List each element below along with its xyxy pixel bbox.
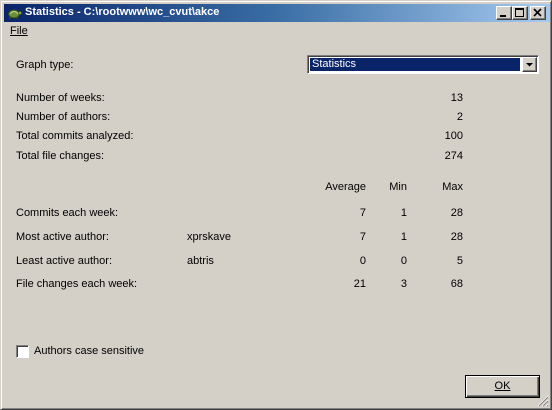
row-label-most-active: Most active author: (16, 231, 109, 243)
summary-label-commits: Total commits analyzed: (16, 130, 134, 142)
summary-label-file-changes: Total file changes: (16, 150, 105, 162)
title-bar[interactable]: Statistics - C:\rootwww\wc_cvut\akce (4, 4, 550, 22)
row-author-least-active: abtris (187, 255, 214, 267)
menu-bar: File (4, 23, 550, 41)
row-average-most-active: 7 (359, 231, 366, 243)
summary-value-authors: 2 (456, 111, 463, 123)
row-label-file-changes-week: File changes each week: (16, 278, 138, 290)
row-min-file-changes-week: 3 (400, 278, 407, 290)
row-min-most-active: 1 (400, 231, 407, 243)
row-average-commits-week: 7 (359, 207, 366, 219)
ok-button-label: OK (494, 380, 511, 392)
menu-file-label: File (10, 25, 28, 37)
minimize-button[interactable] (496, 6, 512, 20)
authors-case-sensitive-checkbox[interactable] (16, 345, 29, 358)
graph-type-select[interactable]: Statistics (307, 55, 539, 74)
chevron-down-icon (526, 63, 533, 67)
summary-label-weeks: Number of weeks: (16, 92, 105, 104)
header-min: Min (389, 181, 407, 193)
menu-file[interactable]: File (10, 25, 28, 37)
header-average: Average (325, 181, 366, 193)
ok-button[interactable]: OK (465, 375, 540, 398)
graph-type-label: Graph type: (16, 59, 74, 71)
minimize-icon (500, 15, 506, 17)
row-average-file-changes-week: 21 (353, 278, 366, 290)
close-button[interactable] (530, 6, 546, 20)
summary-value-file-changes: 274 (444, 150, 463, 162)
row-min-commits-week: 1 (400, 207, 407, 219)
authors-case-sensitive-label[interactable]: Authors case sensitive (34, 345, 144, 357)
resize-grip-icon[interactable] (537, 395, 549, 407)
summary-value-weeks: 13 (450, 92, 463, 104)
header-max: Max (442, 181, 463, 193)
row-average-least-active: 0 (359, 255, 366, 267)
row-label-least-active: Least active author: (16, 255, 113, 267)
row-max-file-changes-week: 68 (450, 278, 463, 290)
statistics-window: Statistics - C:\rootwww\wc_cvut\akce Fil… (0, 0, 552, 410)
graph-type-selected: Statistics (309, 57, 521, 72)
row-label-commits-week: Commits each week: (16, 207, 119, 219)
row-min-least-active: 0 (400, 255, 407, 267)
row-max-commits-week: 28 (450, 207, 463, 219)
summary-value-commits: 100 (444, 130, 463, 142)
row-max-least-active: 5 (456, 255, 463, 267)
close-icon (533, 8, 542, 17)
row-max-most-active: 28 (450, 231, 463, 243)
row-author-most-active: xprskave (187, 231, 232, 243)
maximize-icon (515, 8, 524, 17)
app-turtle-icon (6, 5, 22, 21)
summary-label-authors: Number of authors: (16, 111, 111, 123)
maximize-button[interactable] (512, 6, 528, 20)
graph-type-dropdown-button[interactable] (522, 57, 537, 72)
window-title: Statistics - C:\rootwww\wc_cvut\akce (25, 6, 220, 18)
